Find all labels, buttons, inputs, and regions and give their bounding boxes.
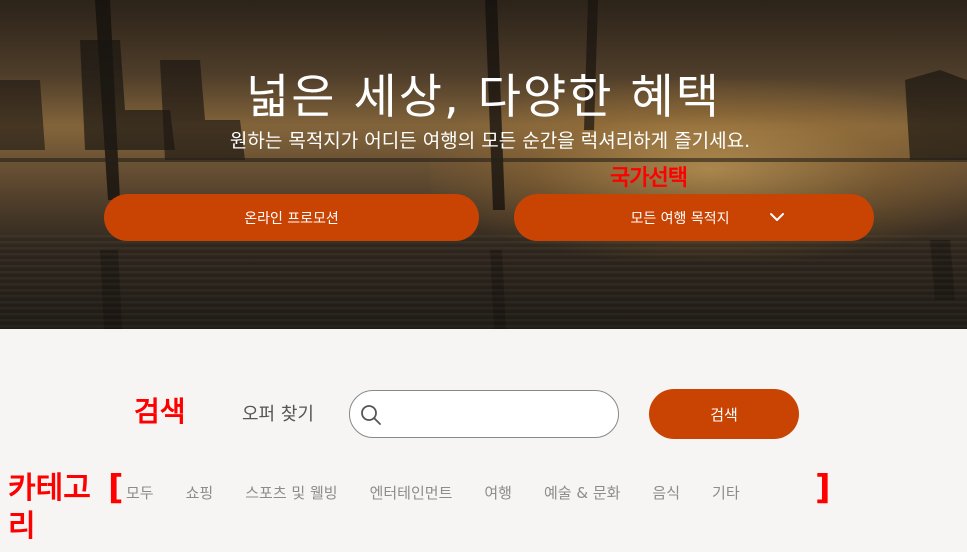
annotation-search: 검색 (134, 395, 186, 428)
annotation-bracket-right: ] (815, 468, 831, 508)
hero-subtitle: 원하는 목적지가 어디든 여행의 모든 순간을 럭셔리하게 즐기세요. (229, 130, 751, 152)
category-tabs: 모두 쇼핑 스포츠 및 웰빙 엔터테인먼트 여행 예술 & 문화 음식 기타 (126, 480, 740, 504)
annotation-category: 카테고리 (8, 471, 91, 544)
category-tab-entertainment[interactable]: 엔터테인먼트 (370, 482, 453, 503)
hero-shade-overlay (0, 0, 967, 329)
destination-dropdown-label: 모든 여행 목적지 (630, 210, 730, 227)
category-tab-shopping[interactable]: 쇼핑 (186, 482, 214, 503)
search-field[interactable] (349, 390, 619, 438)
online-promotion-button-label: 온라인 프로모션 (244, 210, 339, 227)
category-tab-all[interactable]: 모두 (126, 482, 154, 503)
search-button[interactable]: 검색 (649, 389, 799, 439)
hero-banner: 넓은 세상, 다양한 혜택 원하는 목적지가 어디든 여행의 모든 순간을 럭셔… (0, 0, 967, 329)
destination-dropdown[interactable]: 모든 여행 목적지 (514, 194, 874, 241)
online-promotion-button[interactable]: 온라인 프로모션 (104, 194, 479, 241)
hero-title: 넓은 세상, 다양한 혜택 (246, 70, 721, 125)
annotation-bracket-left: [ (108, 468, 124, 508)
category-tab-travel[interactable]: 여행 (484, 482, 512, 503)
search-icon (361, 405, 381, 425)
category-tab-food[interactable]: 음식 (652, 482, 680, 503)
search-button-label: 검색 (710, 405, 738, 424)
annotation-country-select: 국가선택 (610, 166, 688, 191)
search-input[interactable] (390, 399, 605, 429)
category-tab-other[interactable]: 기타 (712, 482, 740, 503)
category-tab-arts-culture[interactable]: 예술 & 문화 (544, 482, 620, 503)
category-tab-sports-wellbeing[interactable]: 스포츠 및 웰빙 (245, 482, 337, 503)
chevron-down-icon (770, 213, 784, 221)
offer-search-label: 오퍼 찾기 (242, 404, 314, 425)
